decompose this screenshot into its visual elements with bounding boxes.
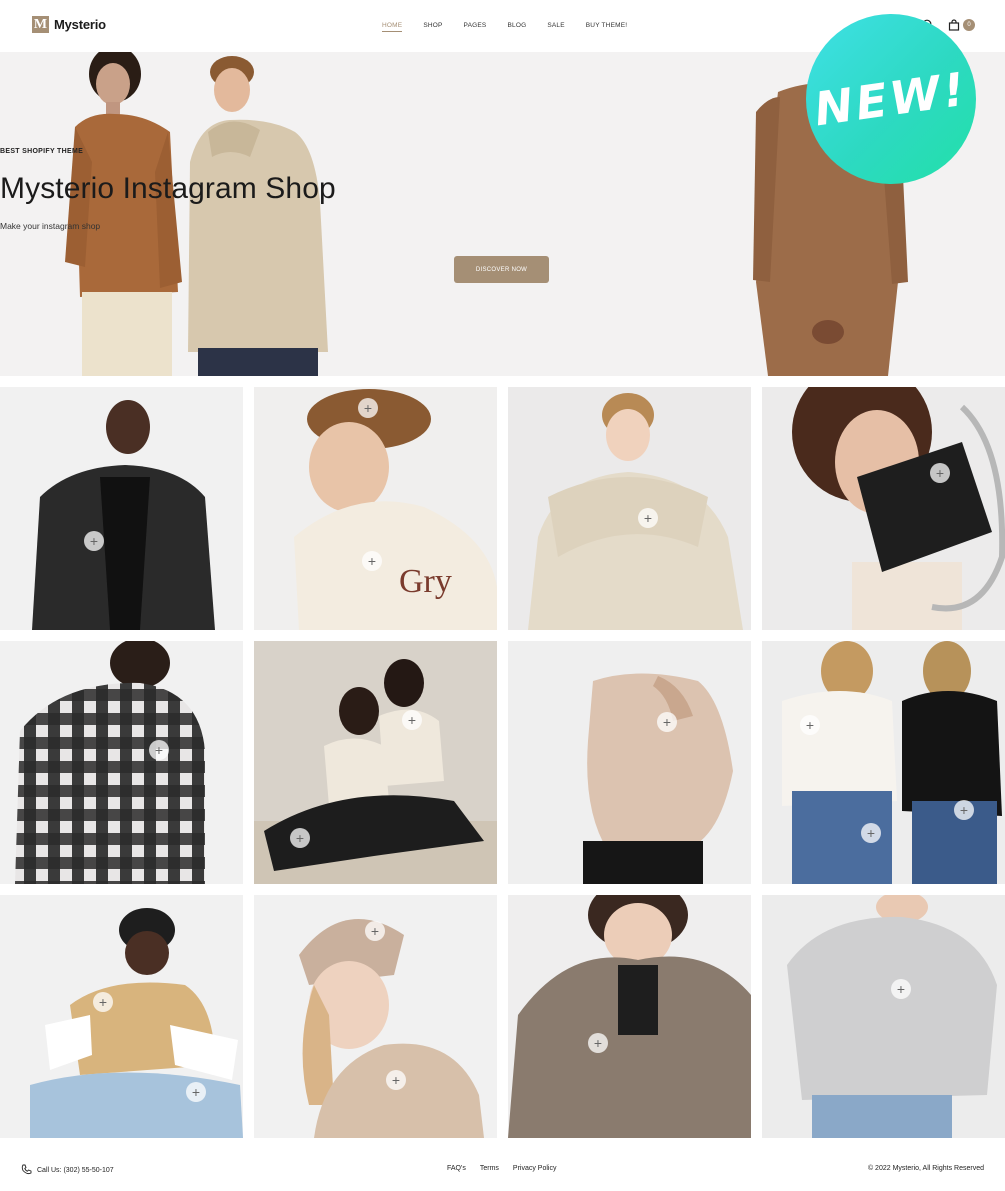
nav-sale[interactable]: SALE — [547, 22, 564, 32]
logo-text: Mysterio — [54, 17, 106, 32]
bag-icon — [948, 19, 960, 31]
knit-sweater-image — [508, 641, 751, 884]
nav-blog[interactable]: BLOG — [507, 22, 526, 32]
product-hotspot[interactable]: + — [358, 398, 378, 418]
footer-links: FAQ's Terms Privacy Policy — [447, 1165, 556, 1172]
grid-tile-cream-tee[interactable]: + — [508, 387, 751, 630]
new-badge: NEW! — [806, 14, 976, 184]
cap-hoodie-image: Gry — [254, 387, 497, 630]
main-nav: HOME SHOP PAGES BLOG SALE BUY THEME! — [382, 22, 648, 32]
product-hotspot[interactable]: + — [861, 823, 881, 843]
footer-link-faq[interactable]: FAQ's — [447, 1165, 466, 1172]
product-hotspot[interactable]: + — [93, 992, 113, 1012]
product-hotspot[interactable]: + — [84, 531, 104, 551]
grid-tile-two-women-sitting[interactable]: + + — [254, 641, 497, 884]
nav-buy-theme[interactable]: BUY THEME! — [586, 22, 628, 32]
product-hotspot[interactable]: + — [891, 979, 911, 999]
grid-tile-wool-coat[interactable]: + — [508, 895, 751, 1138]
product-hotspot[interactable]: + — [954, 800, 974, 820]
grey-sweatshirt-image — [762, 895, 1005, 1138]
wool-coat-image — [508, 895, 751, 1138]
grid-tile-leather-jacket[interactable]: + — [0, 387, 243, 630]
svg-text:Gry: Gry — [399, 563, 452, 600]
site-footer: Call Us: (302) 55-50-107 FAQ's Terms Pri… — [0, 1150, 1005, 1191]
beanie-man-image — [0, 895, 243, 1138]
hero-title: Mysterio Instagram Shop — [0, 172, 336, 205]
nav-pages[interactable]: PAGES — [464, 22, 487, 32]
product-hotspot[interactable]: + — [365, 921, 385, 941]
product-hotspot[interactable]: + — [186, 1082, 206, 1102]
leather-jacket-image — [0, 387, 243, 630]
footer-phone-text: Call Us: (302) 55-50-107 — [37, 1167, 114, 1174]
footer-copyright: © 2022 Mysterio, All Rights Reserved — [867, 1165, 984, 1172]
hero-model-woman-image — [65, 52, 182, 376]
product-hotspot[interactable]: + — [930, 463, 950, 483]
cart-button[interactable]: 0 — [948, 19, 975, 31]
product-hotspot[interactable]: + — [149, 740, 169, 760]
black-bag-image — [762, 387, 1005, 630]
discover-now-button[interactable]: DISCOVER NOW — [454, 256, 549, 283]
product-hotspot[interactable]: + — [588, 1033, 608, 1053]
product-hotspot[interactable]: + — [402, 710, 422, 730]
grid-tile-cap-hoodie[interactable]: Gry + + — [254, 387, 497, 630]
grid-tile-turtlenecks[interactable]: + + + — [762, 641, 1005, 884]
grid-tile-beanie-hoodie[interactable]: + + — [254, 895, 497, 1138]
product-hotspot[interactable]: + — [657, 712, 677, 732]
product-hotspot[interactable]: + — [800, 715, 820, 735]
grid-tile-knit-sweater[interactable]: + — [508, 641, 751, 884]
nav-shop[interactable]: SHOP — [423, 22, 442, 32]
phone-icon — [21, 1164, 32, 1177]
grid-tile-grey-sweatshirt[interactable]: + — [762, 895, 1005, 1138]
logo-mark: M — [32, 16, 49, 33]
cart-count-badge: 0 — [963, 19, 975, 31]
product-hotspot[interactable]: + — [638, 508, 658, 528]
footer-link-privacy[interactable]: Privacy Policy — [513, 1165, 557, 1172]
grid-tile-plaid-shirt[interactable]: + — [0, 641, 243, 884]
two-women-sitting-image — [254, 641, 497, 884]
grid-tile-black-bag[interactable]: + — [762, 387, 1005, 630]
footer-link-terms[interactable]: Terms — [480, 1165, 499, 1172]
nav-home[interactable]: HOME — [382, 22, 403, 32]
hero-subtitle: Make your instagram shop — [0, 221, 101, 231]
plaid-shirt-image — [0, 641, 243, 884]
turtlenecks-image — [762, 641, 1005, 884]
product-hotspot[interactable]: + — [386, 1070, 406, 1090]
hero-model-man-image — [188, 56, 328, 376]
grid-tile-beanie-man[interactable]: + + — [0, 895, 243, 1138]
cream-tee-image — [508, 387, 751, 630]
product-hotspot[interactable]: + — [290, 828, 310, 848]
product-hotspot[interactable]: + — [362, 551, 382, 571]
new-badge-text: NEW! — [811, 61, 971, 137]
footer-phone[interactable]: Call Us: (302) 55-50-107 — [21, 1164, 114, 1177]
logo[interactable]: M Mysterio — [32, 16, 106, 33]
